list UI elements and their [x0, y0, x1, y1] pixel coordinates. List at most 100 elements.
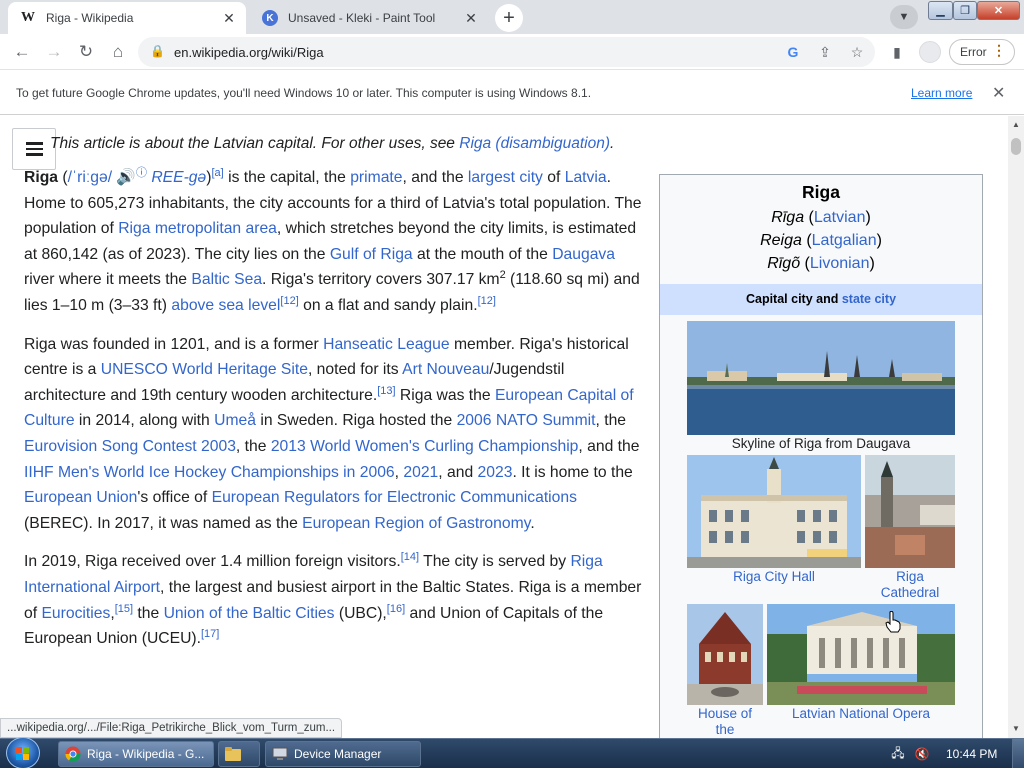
close-tab-icon[interactable]: ✕ [218, 7, 240, 29]
info-icon[interactable]: ⓘ [136, 167, 147, 179]
new-tab-button[interactable]: + [495, 4, 523, 32]
link-latvia[interactable]: Latvia [565, 169, 607, 186]
tab-strip: W Riga - Wikipedia ✕ K Unsaved - Kleki -… [0, 0, 1024, 34]
link-2023[interactable]: 2023 [478, 464, 513, 481]
volume-muted-icon[interactable]: 🔇 [914, 746, 930, 762]
wikipedia-favicon-icon: W [21, 10, 35, 25]
link-unesco[interactable]: UNESCO World Heritage Site [101, 361, 308, 378]
share-icon[interactable]: ⇪ [815, 43, 835, 61]
profile-avatar[interactable] [919, 41, 941, 63]
native-name-latgalian: Reiga (Latgalian) [760, 232, 882, 249]
link-2021[interactable]: 2021 [403, 464, 438, 481]
maximize-window-button[interactable]: ❐ [953, 1, 977, 20]
scrollbar-thumb[interactable] [1011, 138, 1021, 155]
list-icon [25, 139, 43, 159]
link-latvian[interactable]: Latvian [814, 209, 866, 226]
address-bar[interactable]: 🔒 en.wikipedia.org/wiki/Riga G ⇪ ☆ [138, 37, 875, 67]
show-desktop-button[interactable] [1012, 739, 1024, 768]
error-menu-button[interactable]: Error ⋮ [949, 39, 1015, 65]
lock-icon[interactable]: 🔒 [150, 44, 165, 58]
link-european-region-of-gastronomy[interactable]: European Region of Gastronomy [302, 515, 530, 532]
city-hall-image[interactable] [687, 455, 861, 568]
link-berec[interactable]: European Regulators for Electronic Commu… [212, 489, 577, 506]
house-of-blackheads-image[interactable] [687, 604, 763, 705]
home-icon[interactable]: ⌂ [105, 39, 131, 65]
close-window-button[interactable]: ✕ [977, 1, 1020, 20]
link-latgalian[interactable]: Latgalian [812, 232, 877, 249]
link-iihf-2006[interactable]: IIHF Men's World Ice Hockey Championship… [24, 464, 395, 481]
link-gulf-of-riga[interactable]: Gulf of Riga [330, 246, 413, 263]
link-eurocities[interactable]: Eurocities [41, 605, 110, 622]
scroll-up-arrow-icon[interactable]: ▲ [1012, 120, 1020, 129]
tab-riga-wikipedia[interactable]: W Riga - Wikipedia ✕ [8, 2, 246, 34]
link-daugava[interactable]: Daugava [552, 246, 615, 263]
cathedral-image[interactable] [865, 455, 955, 568]
link-baltic-sea[interactable]: Baltic Sea [191, 271, 262, 288]
clock[interactable]: 10:44 PM [946, 747, 997, 761]
windows-taskbar: Riga - Wikipedia - G... Device Manager 🖧… [0, 737, 1024, 768]
link-state-city[interactable]: state city [842, 292, 896, 306]
windows-logo-icon [16, 747, 30, 760]
link-primate[interactable]: primate [350, 169, 402, 186]
url-text[interactable]: en.wikipedia.org/wiki/Riga [174, 45, 324, 60]
start-button[interactable] [6, 737, 40, 768]
footnote-a[interactable]: [a] [212, 167, 224, 179]
infobar-message: To get future Google Chrome updates, you… [16, 86, 592, 100]
vertical-scrollbar[interactable]: ▲ ▼ [1008, 116, 1024, 738]
network-icon[interactable]: 🖧 [890, 746, 906, 762]
minimize-window-button[interactable]: ▁ [928, 1, 953, 20]
google-translate-icon[interactable]: G [783, 43, 803, 61]
respelling-link[interactable]: REE-gə [151, 169, 206, 186]
link-art-nouveau[interactable]: Art Nouveau [402, 361, 489, 378]
update-infobar: To get future Google Chrome updates, you… [0, 71, 1024, 115]
article-body: Riga (/ˈriːɡə/ 🔊ⓘ REE-gə)[a] is the capi… [24, 165, 646, 665]
latvian-national-opera-image[interactable] [767, 604, 955, 705]
caption-cathedral[interactable]: Riga Cathedral [865, 569, 955, 601]
scroll-down-arrow-icon[interactable]: ▼ [1012, 724, 1020, 733]
link-european-union[interactable]: European Union [24, 489, 137, 506]
taskbar-item-chrome[interactable]: Riga - Wikipedia - G... [58, 741, 214, 767]
back-arrow-icon[interactable]: ← [9, 39, 35, 65]
caption-skyline: Skyline of Riga from Daugava [731, 436, 911, 451]
bookmark-star-icon[interactable]: ☆ [847, 43, 867, 61]
tab-kleki[interactable]: K Unsaved - Kleki - Paint Tool ✕ [250, 2, 488, 34]
link-above-sea-level[interactable]: above sea level [171, 297, 280, 314]
reload-icon[interactable]: ↻ [73, 39, 99, 65]
link-hanseatic-league[interactable]: Hanseatic League [323, 336, 449, 353]
footnote-16[interactable]: [16] [387, 602, 405, 614]
taskbar-item-explorer[interactable] [218, 741, 260, 767]
link-livonian[interactable]: Livonian [810, 255, 870, 272]
footnote-13[interactable]: [13] [377, 385, 395, 397]
link-umea[interactable]: Umeå [214, 412, 256, 429]
footnote-15[interactable]: [15] [115, 602, 133, 614]
link-riga-metropolitan-area[interactable]: Riga metropolitan area [118, 220, 277, 237]
disambiguation-link[interactable]: Riga (disambiguation) [459, 135, 610, 152]
infobar-close-icon[interactable]: ✕ [992, 83, 1005, 103]
system-tray: 🖧 🔇 10:44 PM [884, 739, 1024, 768]
lead-paragraph-2: Riga was founded in 1201, and is a forme… [24, 335, 640, 532]
side-panel-icon[interactable]: ▮ [884, 39, 910, 65]
skyline-image[interactable] [687, 321, 955, 435]
caption-latvian-national-opera[interactable]: Latvian National Opera [767, 706, 955, 722]
speaker-icon[interactable]: 🔊 [116, 169, 136, 186]
footnote-12[interactable]: [12] [478, 295, 496, 307]
ipa-link[interactable]: /ˈriːɡə/ [68, 169, 112, 186]
link-largest-city[interactable]: largest city [468, 169, 543, 186]
footnote-17[interactable]: [17] [201, 628, 219, 640]
link-nato-summit[interactable]: 2006 NATO Summit [457, 412, 596, 429]
close-tab-icon[interactable]: ✕ [460, 7, 482, 29]
link-union-of-baltic-cities[interactable]: Union of the Baltic Cities [164, 605, 335, 622]
error-label: Error [960, 45, 987, 59]
link-curling-championship[interactable]: 2013 World Women's Curling Championship [271, 438, 579, 455]
caption-city-hall[interactable]: Riga City Hall [687, 569, 861, 585]
footnote-14[interactable]: [14] [401, 551, 419, 563]
learn-more-link[interactable]: Learn more [911, 86, 972, 100]
link-eurovision-2003[interactable]: Eurovision Song Contest 2003 [24, 438, 236, 455]
link-status-bubble: ...wikipedia.org/.../File:Riga_Petrikirc… [0, 718, 343, 738]
forward-arrow-icon[interactable]: → [41, 39, 67, 65]
taskbar-item-device-manager[interactable]: Device Manager [265, 741, 421, 767]
lead-paragraph-1: Riga (/ˈriːɡə/ 🔊ⓘ REE-gə)[a] is the capi… [24, 166, 642, 314]
footnote-12[interactable]: [12] [280, 295, 298, 307]
tab-search-chevron-icon[interactable]: ▼ [890, 5, 918, 29]
caption-house-of-the-blackheads[interactable]: House of the [687, 706, 763, 738]
